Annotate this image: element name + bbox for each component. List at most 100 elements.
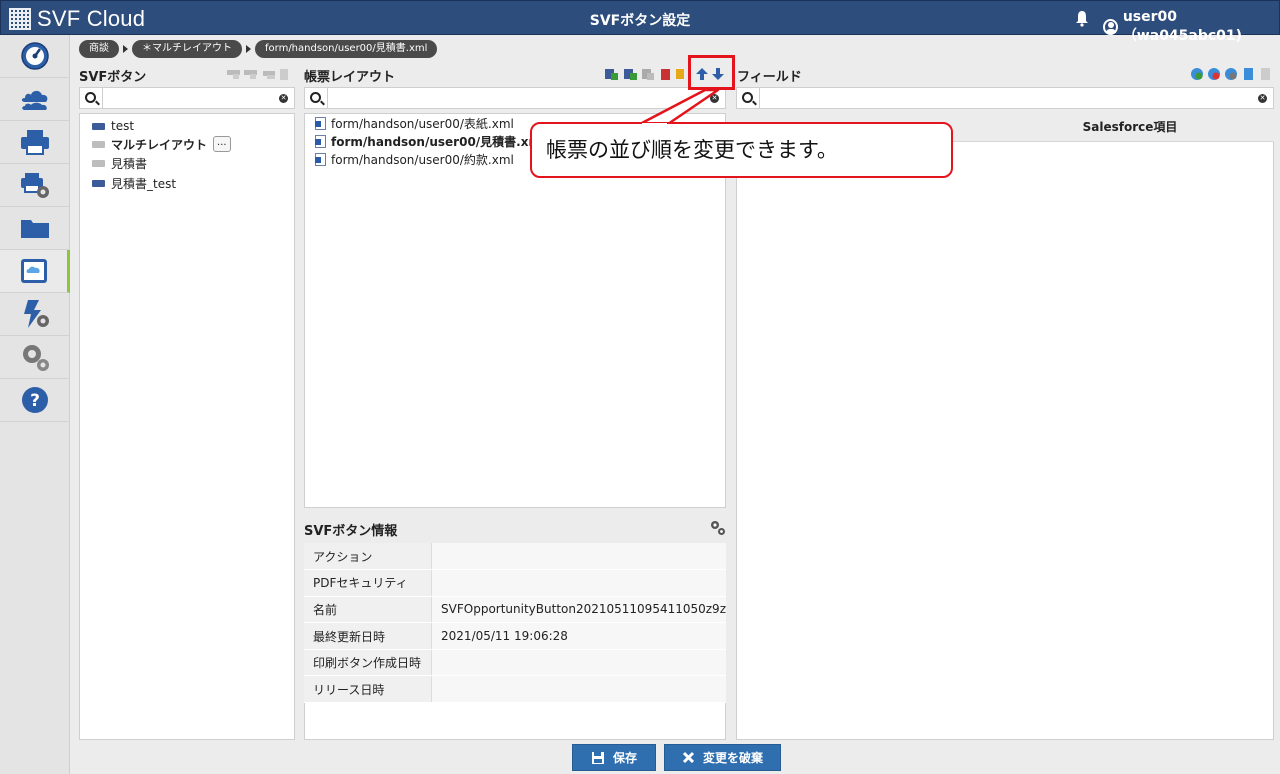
info-key: リリース日時 bbox=[304, 675, 433, 704]
svf-button-search-input[interactable] bbox=[104, 89, 264, 107]
info-key: 名前 bbox=[304, 596, 433, 624]
list-item-selected[interactable]: form/handson/user00/見積書.xml bbox=[315, 132, 545, 150]
clear-icon[interactable]: ✕ bbox=[279, 94, 288, 103]
search-divider bbox=[759, 88, 760, 108]
table-row: アクション bbox=[304, 543, 726, 571]
list-item-label: form/handson/user00/表紙.xml bbox=[331, 116, 514, 131]
clear-icon[interactable]: ✕ bbox=[1258, 94, 1267, 103]
gears-icon bbox=[23, 345, 49, 371]
folder-icon bbox=[21, 220, 49, 238]
info-key: 最終更新日時 bbox=[304, 622, 433, 650]
app-header: SVF Cloud SVFボタン設定 user00（wa045abc01) bbox=[0, 0, 1280, 44]
search-icon bbox=[742, 92, 753, 103]
list-item[interactable]: form/handson/user00/表紙.xml bbox=[315, 114, 514, 132]
nav-cloud[interactable] bbox=[0, 78, 70, 121]
discard-button[interactable]: 変更を破棄 bbox=[664, 744, 781, 771]
table-row: 最終更新日時 2021/05/11 19:06:28 bbox=[304, 622, 726, 650]
cloud-icon bbox=[21, 90, 48, 110]
field-search-input[interactable] bbox=[761, 89, 1241, 107]
flash-gear-icon bbox=[24, 300, 49, 328]
table-row: 印刷ボタン作成日時 bbox=[304, 649, 726, 677]
breadcrumb-item[interactable]: form/handson/user00/見積書.xml bbox=[255, 40, 438, 58]
nav-help[interactable]: ? bbox=[0, 379, 70, 422]
nav-printer[interactable] bbox=[0, 121, 70, 164]
layouts-title: 帳票レイアウト bbox=[304, 70, 396, 85]
nav-salesforce[interactable] bbox=[0, 250, 70, 293]
svg-text:?: ? bbox=[30, 391, 40, 411]
save-label: 保存 bbox=[612, 751, 637, 765]
table-row: PDFセキュリティ bbox=[304, 569, 726, 597]
bell-icon[interactable] bbox=[1074, 10, 1090, 27]
folder-icon bbox=[92, 122, 105, 130]
table-row: 名前 SVFOpportunityButton20210511095411050z… bbox=[304, 596, 726, 624]
salesforce-icon bbox=[20, 259, 47, 283]
info-key: PDFセキュリティ bbox=[304, 569, 433, 597]
list-item-label: 見積書_test bbox=[111, 176, 177, 191]
nav-printer-settings[interactable] bbox=[0, 164, 70, 207]
info-table: アクション PDFセキュリティ 名前 SVFOpportunityButton20… bbox=[304, 543, 726, 704]
svf-buttons-title: SVFボタン bbox=[79, 70, 147, 85]
svf-button-search[interactable]: ✕ bbox=[79, 87, 295, 109]
breadcrumb-item[interactable]: ＊マルチレイアウト bbox=[132, 40, 242, 58]
layout-search[interactable]: ✕ bbox=[304, 87, 726, 109]
list-item[interactable]: 見積書_test bbox=[92, 174, 176, 192]
field-toolbar-icons[interactable] bbox=[1190, 67, 1274, 81]
info-key: 印刷ボタン作成日時 bbox=[304, 649, 433, 677]
layout-search-input[interactable] bbox=[329, 89, 699, 107]
side-nav: ? bbox=[0, 35, 70, 774]
svf-button-toolbar-icons[interactable] bbox=[227, 67, 289, 81]
list-item[interactable]: 見積書 bbox=[92, 154, 147, 172]
more-button[interactable]: ... bbox=[213, 136, 231, 152]
document-icon bbox=[315, 134, 326, 148]
info-value bbox=[431, 675, 726, 704]
document-icon bbox=[315, 152, 326, 166]
user-menu[interactable]: user00（wa045abc01) bbox=[1103, 9, 1279, 45]
list-item-label: form/handson/user00/見積書.xml bbox=[331, 134, 546, 149]
folder-icon bbox=[92, 179, 105, 187]
gauge-icon bbox=[21, 42, 49, 70]
svf-button-list: test マルチレイアウト ... 見積書 見積書_test bbox=[79, 113, 295, 740]
printer-icon bbox=[21, 130, 49, 155]
document-icon bbox=[315, 116, 326, 130]
breadcrumb-item[interactable]: 商談 bbox=[79, 40, 119, 58]
info-key: アクション bbox=[304, 543, 433, 571]
field-search[interactable]: ✕ bbox=[736, 87, 1274, 109]
info-title: SVFボタン情報 bbox=[304, 524, 398, 539]
nav-flash[interactable] bbox=[0, 293, 70, 336]
search-divider bbox=[327, 88, 328, 108]
list-item[interactable]: test bbox=[92, 117, 134, 135]
list-item[interactable]: マルチレイアウト ... bbox=[92, 135, 231, 153]
discard-label: 変更を破棄 bbox=[702, 751, 763, 765]
highlight-box bbox=[688, 55, 735, 90]
breadcrumb-separator bbox=[246, 45, 251, 53]
folder-icon bbox=[92, 140, 105, 148]
nav-folder[interactable] bbox=[0, 207, 70, 250]
nav-settings[interactable] bbox=[0, 336, 70, 379]
search-icon bbox=[85, 92, 96, 103]
search-icon bbox=[310, 92, 321, 103]
list-item-label: form/handson/user00/約款.xml bbox=[331, 152, 514, 167]
close-icon bbox=[682, 751, 695, 764]
user-name: user00（wa045abc01) bbox=[1122, 9, 1243, 44]
user-icon bbox=[1103, 19, 1118, 35]
folder-icon bbox=[92, 159, 105, 167]
save-icon bbox=[591, 751, 604, 764]
clear-icon[interactable]: ✕ bbox=[710, 94, 719, 103]
list-item-label: マルチレイアウト bbox=[111, 137, 208, 152]
list-item[interactable]: form/handson/user00/約款.xml bbox=[315, 150, 514, 168]
info-value bbox=[431, 649, 726, 677]
save-button[interactable]: 保存 bbox=[572, 744, 656, 771]
printer-gear-icon bbox=[21, 173, 49, 198]
info-value bbox=[431, 569, 726, 597]
gear-icon[interactable] bbox=[710, 520, 726, 536]
help-icon: ? bbox=[22, 387, 48, 413]
fields-title: フィールド bbox=[737, 70, 802, 85]
breadcrumb: 商談 ＊マルチレイアウト form/handson/user00/見積書.xml bbox=[79, 40, 438, 58]
list-item-label: test bbox=[111, 119, 135, 133]
nav-dashboard[interactable] bbox=[0, 35, 70, 78]
info-value: 2021/05/11 19:06:28 bbox=[431, 622, 726, 650]
field-list bbox=[736, 113, 1274, 740]
layout-toolbar-icons[interactable] bbox=[605, 67, 685, 81]
list-item-label: 見積書 bbox=[111, 156, 148, 171]
info-value: SVFOpportunityButton20210511095411050z9z bbox=[431, 596, 726, 624]
